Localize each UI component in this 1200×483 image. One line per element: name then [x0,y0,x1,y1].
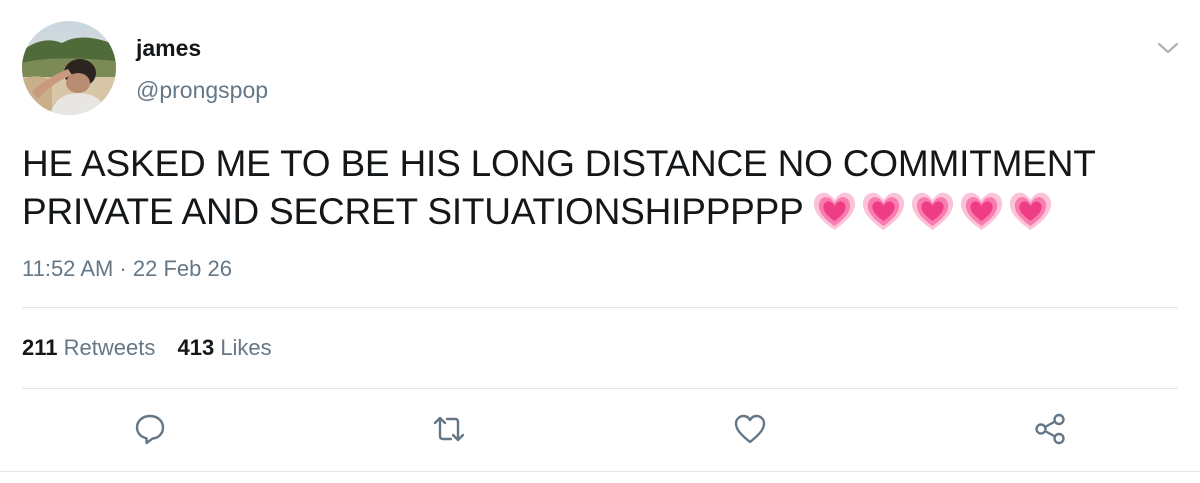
tweet-text-line-2: PRIVATE AND SECRET SITUATIONSHIPPPPP [22,188,1172,236]
divider [22,307,1178,308]
retweets-count: 211 [22,335,58,360]
user-handle[interactable]: @prongspop [136,76,268,104]
avatar[interactable] [22,21,116,115]
tweet-timestamp[interactable]: 11:52 AM · 22 Feb 26 [22,255,232,283]
growing-heart-icon [960,192,1002,230]
reply-icon[interactable] [133,412,167,446]
tweet-stats: 211 Retweets 413 Likes [22,334,288,362]
bottom-divider [0,471,1200,472]
growing-heart-icon [1009,192,1051,230]
retweets-label: Retweets [63,335,156,360]
likes-count: 413 [177,335,215,360]
retweet-icon[interactable] [432,412,466,446]
tweet-text: HE ASKED ME TO BE HIS LONG DISTANCE NO C… [22,140,1172,236]
emoji-group [812,190,1053,232]
divider [22,388,1178,389]
likes-stat[interactable]: 413 Likes [177,335,271,360]
chevron-down-icon[interactable] [1156,36,1180,60]
likes-label: Likes [220,335,272,360]
growing-heart-icon [813,192,855,230]
tweet-text-line-2-text: PRIVATE AND SECRET SITUATIONSHIPPPPP [22,191,804,232]
like-icon[interactable] [733,412,767,446]
display-name[interactable]: james [136,34,201,62]
growing-heart-icon [862,192,904,230]
retweets-stat[interactable]: 211 Retweets [22,335,155,360]
share-icon[interactable] [1033,412,1067,446]
tweet-card: james @prongspop HE ASKED ME TO BE HIS L… [0,0,1200,483]
growing-heart-icon [911,192,953,230]
tweet-text-line-1: HE ASKED ME TO BE HIS LONG DISTANCE NO C… [22,143,1096,184]
